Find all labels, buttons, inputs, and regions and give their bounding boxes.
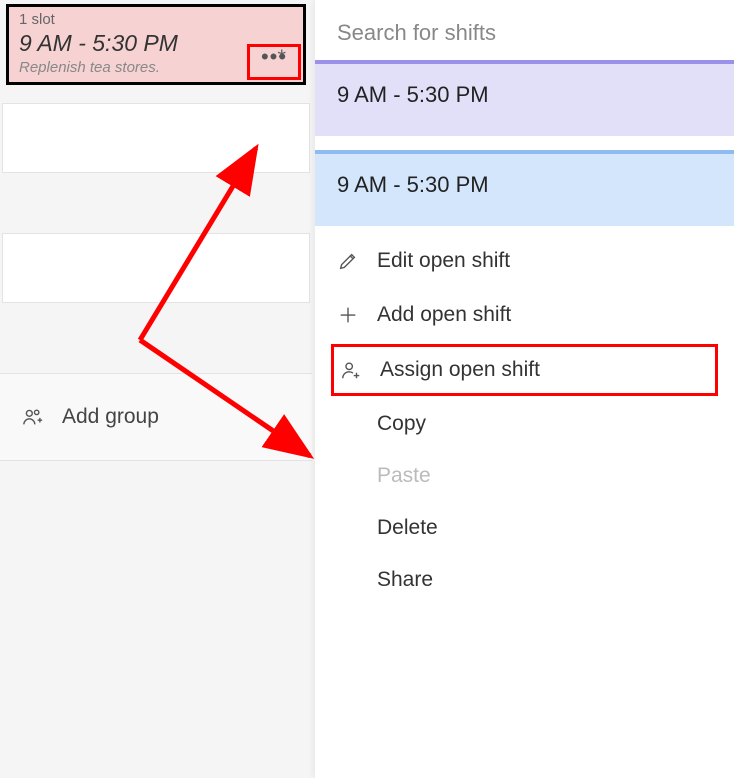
menu-label: Copy [377, 412, 426, 436]
empty-row[interactable] [2, 103, 310, 173]
menu-label: Paste [377, 464, 431, 488]
left-column: 1 slot 9 AM - 5:30 PM Replenish tea stor… [0, 0, 312, 778]
plus-icon [335, 302, 361, 328]
shift-option-label: 9 AM - 5:30 PM [337, 172, 489, 197]
assign-person-icon [338, 357, 364, 383]
menu-label: Delete [377, 516, 438, 540]
empty-row[interactable] [2, 233, 310, 303]
menu-label: Add open shift [377, 303, 511, 327]
paste-menuitem: Paste [315, 450, 734, 502]
search-row [315, 0, 734, 60]
edit-open-shift-menuitem[interactable]: Edit open shift [315, 234, 734, 288]
open-shift-card[interactable]: 1 slot 9 AM - 5:30 PM Replenish tea stor… [6, 4, 306, 85]
more-options-button[interactable]: ••• [247, 44, 301, 80]
shift-slot-label: 1 slot [9, 7, 303, 30]
add-people-icon [20, 404, 46, 430]
copy-menuitem[interactable]: Copy [315, 398, 734, 450]
add-group-label: Add group [62, 405, 159, 429]
share-menuitem[interactable]: Share [315, 554, 734, 606]
context-menu-panel: 9 AM - 5:30 PM 9 AM - 5:30 PM Edit open … [315, 0, 734, 778]
assign-open-shift-menuitem[interactable]: Assign open shift [331, 344, 718, 396]
menu-label: Assign open shift [380, 358, 540, 382]
context-menu: Edit open shift Add open shift Assign op… [315, 226, 734, 614]
shift-option-label: 9 AM - 5:30 PM [337, 82, 489, 107]
add-group-button[interactable]: Add group [0, 373, 312, 461]
shift-option[interactable]: 9 AM - 5:30 PM [315, 150, 734, 226]
menu-label: Share [377, 568, 433, 592]
search-input[interactable] [337, 20, 712, 46]
shift-option[interactable]: 9 AM - 5:30 PM [315, 60, 734, 136]
pencil-icon [335, 248, 361, 274]
menu-label: Edit open shift [377, 249, 510, 273]
add-open-shift-menuitem[interactable]: Add open shift [315, 288, 734, 342]
delete-menuitem[interactable]: Delete [315, 502, 734, 554]
